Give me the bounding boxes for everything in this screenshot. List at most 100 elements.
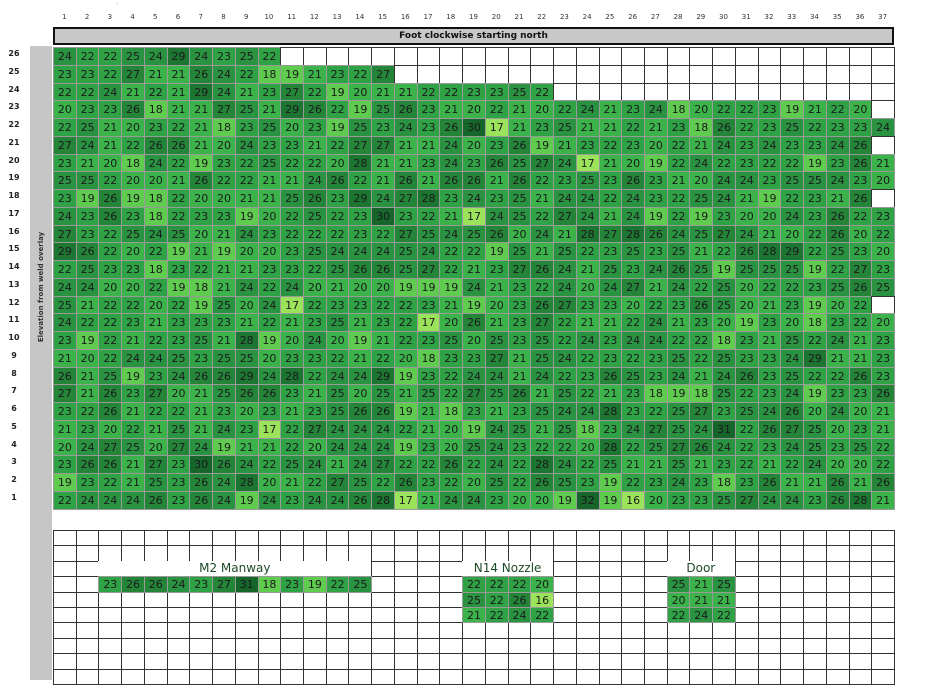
empty-cell — [825, 545, 850, 562]
empty-cell — [371, 622, 395, 639]
reading-cell: 25 — [325, 384, 350, 403]
reading-cell: 25 — [439, 331, 464, 350]
reading-cell: 21 — [75, 384, 100, 403]
column-number: 19 — [469, 13, 478, 21]
reading-cell: 21 — [75, 153, 100, 173]
reading-cell: 22 — [575, 348, 600, 368]
reading-cell: 27 — [393, 224, 418, 244]
reading-cell: 23 — [166, 260, 191, 279]
empty-cell — [871, 622, 895, 639]
reading-cell: 24 — [325, 437, 350, 457]
reading-cell: 32 — [575, 490, 600, 510]
reading-cell: 22 — [53, 118, 77, 137]
reading-cell: 21 — [325, 455, 350, 474]
reading-cell: 24 — [553, 348, 577, 368]
empty-cell — [757, 637, 782, 655]
empty-cell — [575, 622, 600, 639]
reading-cell: 20 — [575, 277, 600, 297]
empty-cell — [75, 560, 100, 578]
empty-cell — [825, 591, 850, 608]
empty-cell — [280, 591, 305, 608]
reading-cell: 24 — [280, 277, 305, 297]
empty-cell — [371, 668, 395, 685]
empty-cell — [871, 668, 895, 685]
empty-cell — [348, 47, 373, 66]
reading-cell: 19 — [189, 153, 214, 173]
reading-cell: 24 — [575, 206, 600, 226]
reading-cell: 26 — [212, 455, 236, 474]
reading-cell: 22 — [871, 455, 895, 474]
reading-cell: 22 — [439, 82, 464, 102]
empty-cell — [621, 560, 645, 578]
reading-cell: 26 — [757, 473, 782, 492]
empty-cell — [234, 668, 259, 685]
empty-cell — [689, 637, 714, 655]
reading-cell: 21 — [575, 313, 600, 332]
empty-cell — [598, 607, 623, 624]
reading-cell: 29 — [166, 47, 191, 66]
empty-cell — [689, 47, 714, 66]
reading-cell: 27 — [689, 402, 714, 421]
column-number: 1 — [62, 13, 67, 21]
reading-cell: 20 — [98, 153, 123, 173]
reading-cell: 20 — [439, 437, 464, 457]
reading-cell: 23 — [484, 82, 509, 102]
reading-cell: 22 — [712, 100, 736, 119]
reading-cell: 22 — [689, 348, 714, 368]
reading-cell: 22 — [825, 366, 850, 386]
reading-cell: 22 — [75, 313, 100, 332]
empty-cell — [712, 82, 736, 102]
reading-cell: 24 — [553, 455, 577, 474]
empty-cell — [303, 653, 327, 670]
empty-cell — [780, 591, 805, 608]
reading-cell: 24 — [530, 224, 555, 244]
empty-cell — [621, 545, 645, 562]
empty-cell — [462, 668, 486, 685]
column-number: 15 — [378, 13, 388, 21]
reading-cell: 25 — [234, 100, 259, 119]
reading-cell: 26 — [257, 384, 282, 403]
empty-cell — [75, 668, 100, 685]
reading-cell: 21 — [484, 313, 509, 332]
empty-cell — [439, 545, 464, 562]
empty-cell — [803, 637, 827, 655]
reading-cell: 25 — [303, 206, 327, 226]
reading-cell: 22 — [803, 331, 827, 350]
reading-cell: 21 — [689, 366, 714, 386]
empty-cell — [371, 530, 395, 547]
reading-cell: 23 — [734, 473, 759, 492]
empty-cell — [143, 622, 168, 639]
row-number: 20 — [8, 155, 20, 165]
reading-cell: 25 — [530, 331, 555, 350]
reading-cell: 26 — [166, 135, 191, 155]
reading-cell: 24 — [75, 437, 100, 457]
empty-cell — [189, 530, 214, 547]
empty-cell — [848, 64, 873, 84]
reading-cell: 20 — [643, 135, 668, 155]
reading-cell: 26 — [734, 366, 759, 386]
reading-cell: 24 — [98, 82, 123, 102]
empty-cell — [325, 47, 350, 66]
manway-reading-cell: 23 — [280, 576, 305, 593]
reading-cell: 23 — [416, 295, 441, 315]
empty-cell — [803, 64, 827, 84]
manway-reading-cell: 27 — [212, 576, 236, 593]
reading-cell: 23 — [416, 118, 441, 137]
reading-cell: 24 — [462, 490, 486, 510]
reading-cell: 25 — [553, 419, 577, 439]
reading-cell: 27 — [643, 419, 668, 439]
reading-cell: 24 — [439, 135, 464, 155]
reading-cell: 21 — [439, 100, 464, 119]
reading-cell: 22 — [484, 100, 509, 119]
reading-cell: 22 — [553, 313, 577, 332]
empty-cell — [825, 622, 850, 639]
reading-cell: 23 — [484, 260, 509, 279]
reading-cell: 24 — [484, 419, 509, 439]
empty-cell — [825, 560, 850, 578]
reading-cell: 22 — [98, 313, 123, 332]
reading-cell: 27 — [530, 153, 555, 173]
reading-cell: 28 — [621, 224, 645, 244]
reading-cell: 22 — [53, 260, 77, 279]
reading-cell: 21 — [189, 419, 214, 439]
reading-cell: 22 — [416, 206, 441, 226]
